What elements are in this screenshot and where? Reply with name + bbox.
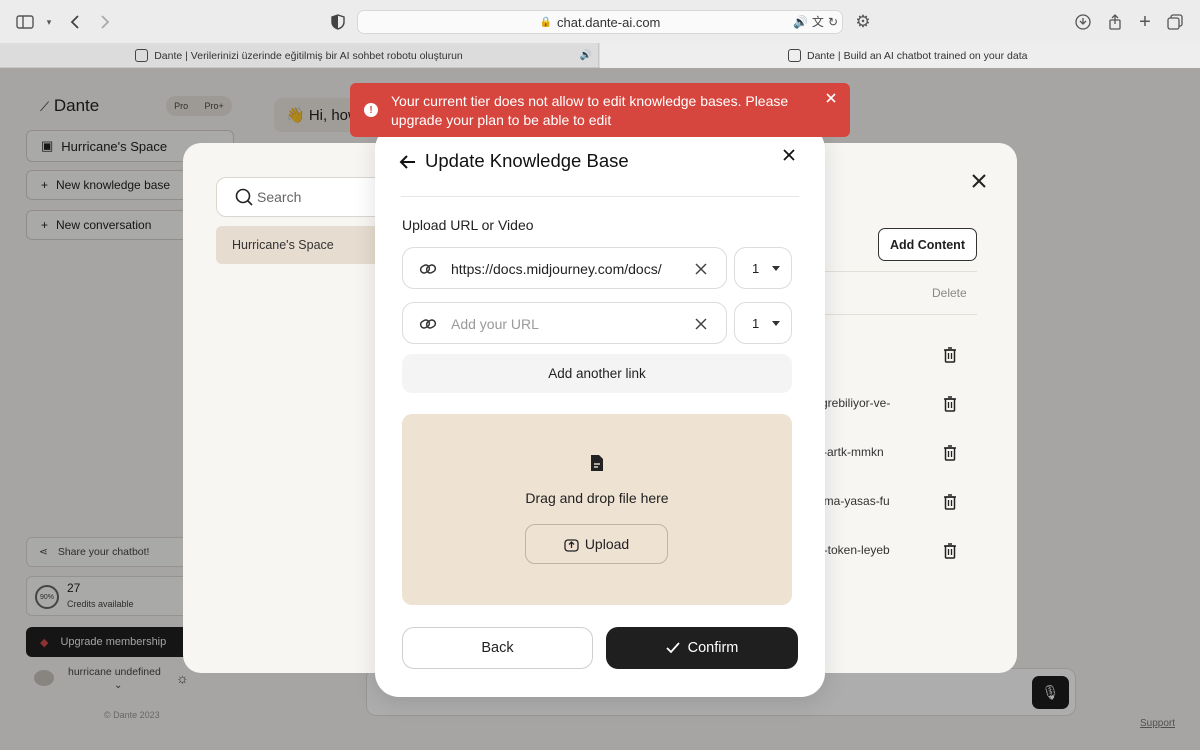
tab-overview-icon[interactable] — [1164, 11, 1186, 33]
url-input-1[interactable] — [451, 258, 673, 280]
error-toast: ! Your current tier does not allow to ed… — [350, 83, 850, 137]
link-icon — [419, 264, 437, 274]
tab-english[interactable]: Dante | Build an AI chatbot trained on y… — [600, 43, 1200, 68]
modal-title: Update Knowledge Base — [425, 150, 629, 171]
file-drop-zone[interactable]: Drag and drop file here Upload — [402, 414, 792, 605]
upload-button[interactable]: Upload — [525, 524, 668, 564]
depth-select-1[interactable]: 1 — [734, 247, 792, 289]
trash-icon[interactable] — [940, 443, 960, 463]
url-field-2 — [402, 302, 727, 344]
depth-select-2[interactable]: 1 — [734, 302, 792, 344]
close-icon[interactable] — [967, 169, 991, 193]
tab-title: Dante | Build an AI chatbot trained on y… — [807, 49, 1028, 62]
update-knowledge-base-modal: Update Knowledge Base Upload URL or Vide… — [375, 125, 825, 697]
dante-favicon-icon — [788, 49, 801, 62]
share-icon[interactable] — [1104, 11, 1126, 33]
delete-column-header: Delete — [932, 286, 967, 300]
toast-message: Your current tier does not allow to edit… — [391, 93, 789, 128]
sidebar-toggle-icon[interactable] — [14, 11, 36, 33]
lock-icon: 🔒 — [539, 16, 553, 28]
gear-icon[interactable]: ⚙ — [852, 11, 874, 33]
back-arrow-icon[interactable] — [399, 153, 417, 171]
reload-icon[interactable]: ↻ — [828, 15, 838, 29]
chevron-down-icon[interactable]: ▾ — [38, 11, 60, 33]
section-label: Upload URL or Video — [402, 217, 534, 233]
kb-space-item[interactable]: Hurricane's Space — [216, 226, 396, 264]
alert-icon: ! — [364, 103, 378, 117]
caret-down-icon — [772, 266, 780, 271]
browser-toolbar: ▾ 🔒 chat.dante-ai.com 🔊 文 ↻ ⚙ + — [0, 0, 1200, 43]
check-icon — [665, 642, 680, 654]
clear-icon[interactable] — [693, 261, 709, 277]
drop-zone-text: Drag and drop file here — [525, 490, 669, 506]
divider — [401, 196, 799, 197]
upload-icon — [564, 538, 579, 552]
url-input-2[interactable] — [451, 313, 673, 335]
add-another-link-button[interactable]: Add another link — [402, 354, 792, 393]
close-icon[interactable] — [779, 145, 799, 165]
close-icon[interactable] — [823, 90, 839, 106]
tab-bar: Dante | Verilerinizi üzerinde eğitilmiş … — [0, 43, 1200, 68]
dante-favicon-icon — [135, 49, 149, 62]
shield-icon[interactable] — [327, 11, 349, 33]
download-icon[interactable] — [1072, 11, 1094, 33]
document-icon — [591, 455, 603, 471]
forward-arrow-icon[interactable] — [94, 11, 116, 33]
speaker-icon[interactable]: 🔊 — [580, 50, 592, 61]
trash-icon[interactable] — [940, 345, 960, 365]
translate-icon[interactable]: 文 — [812, 13, 824, 30]
back-arrow-icon[interactable] — [64, 11, 86, 33]
url-field-1 — [402, 247, 727, 289]
address-bar[interactable]: 🔒 chat.dante-ai.com 🔊 文 ↻ — [357, 10, 843, 34]
kb-search-input[interactable]: Search — [216, 177, 396, 217]
search-placeholder: Search — [257, 189, 302, 205]
new-tab-icon[interactable]: + — [1134, 11, 1156, 33]
tab-title: Dante | Verilerinizi üzerinde eğitilmiş … — [154, 49, 463, 62]
speaker-icon[interactable]: 🔊 — [793, 15, 808, 29]
link-icon — [419, 319, 437, 329]
url-text: chat.dante-ai.com — [557, 14, 661, 30]
confirm-button[interactable]: Confirm — [606, 627, 798, 669]
search-icon — [235, 188, 253, 206]
trash-icon[interactable] — [940, 541, 960, 561]
back-button[interactable]: Back — [402, 627, 593, 669]
add-content-button[interactable]: Add Content — [878, 228, 977, 261]
caret-down-icon — [772, 321, 780, 326]
trash-icon[interactable] — [940, 492, 960, 512]
trash-icon[interactable] — [940, 394, 960, 414]
tab-turkish[interactable]: Dante | Verilerinizi üzerinde eğitilmiş … — [0, 43, 599, 68]
clear-icon[interactable] — [693, 316, 709, 332]
